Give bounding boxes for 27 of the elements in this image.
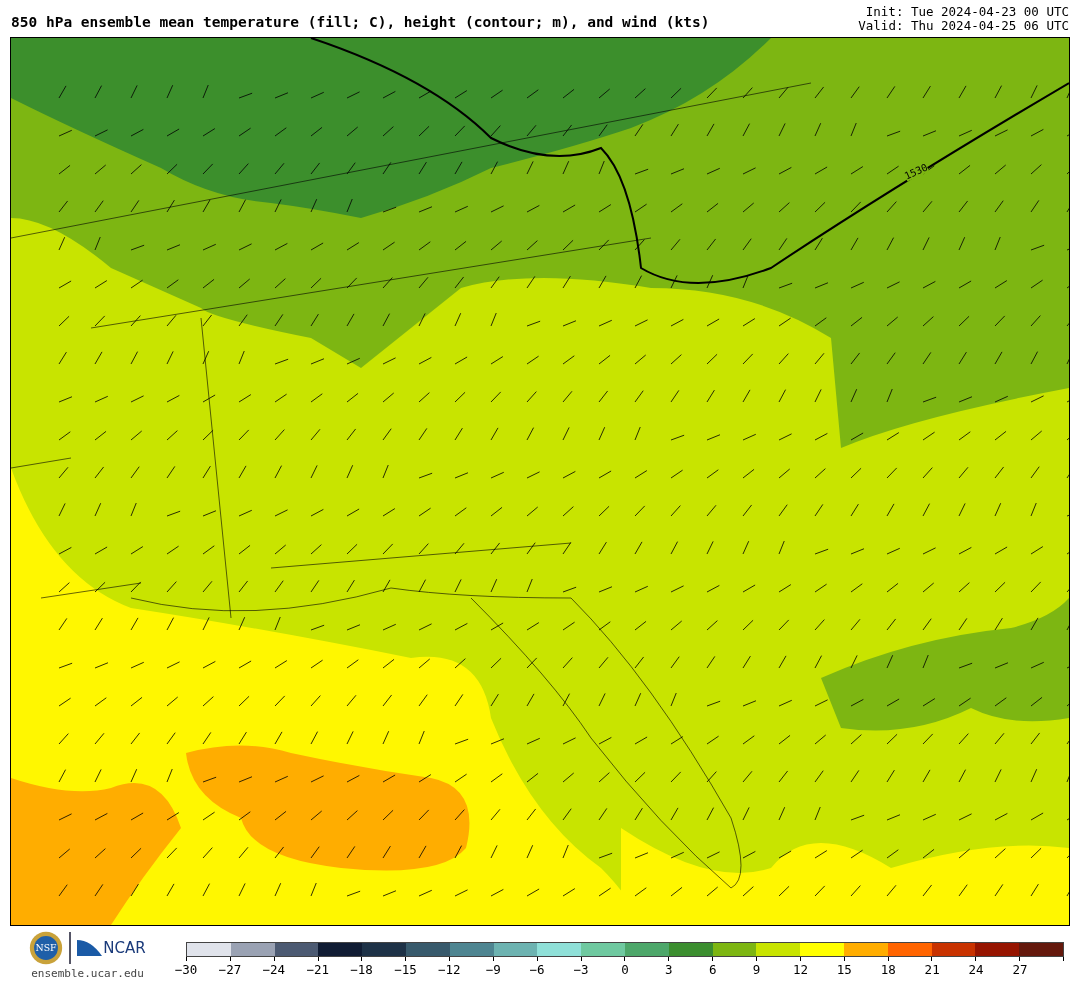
colorbar-tick-label: 27 [1011, 962, 1029, 977]
ncar-logo-icon [77, 938, 104, 958]
colorbar-tick-label: −18 [349, 962, 374, 977]
colorbar-tick-label: 0 [620, 962, 630, 977]
chart-title: 850 hPa ensemble mean temperature (fill; C), height (contour; m), and wind (kts) [11, 13, 710, 30]
colorbar-tick-label: 12 [791, 962, 809, 977]
colorbar-tick-label: −27 [217, 962, 243, 977]
colorbar-tick-label: −6 [528, 962, 546, 977]
colorbar-tick-label: −21 [305, 962, 330, 977]
colorbar-tick-label: 3 [664, 962, 674, 977]
colorbar-tick-label: 21 [923, 962, 941, 977]
colorbar-tick-label: −30 [173, 962, 199, 977]
colorbar-tick-label: 9 [751, 962, 762, 977]
ncar-logo-text: NCAR [103, 939, 146, 957]
colorbar-tick-label: −9 [484, 962, 502, 977]
colorbar-tick-label: −24 [261, 962, 287, 977]
valid-time: Valid: Thu 2024-04-25 06 UTC [858, 19, 1069, 33]
init-time: Init: Tue 2024-04-23 00 UTC [865, 5, 1069, 19]
colorbar-tick-label: −3 [572, 962, 590, 977]
nsf-logo: NSF [29, 931, 64, 965]
colorbar-tick-label: 6 [707, 962, 718, 977]
colorbar-tick-label: −12 [437, 962, 462, 977]
colorbar-tick-label: 18 [879, 962, 897, 977]
colorbar-tick-label: 24 [967, 962, 985, 977]
website-url: ensemble.ucar.edu [31, 967, 144, 980]
colorbar-tick-label: 15 [835, 962, 853, 977]
colorbar-tick-label: −15 [393, 962, 418, 977]
